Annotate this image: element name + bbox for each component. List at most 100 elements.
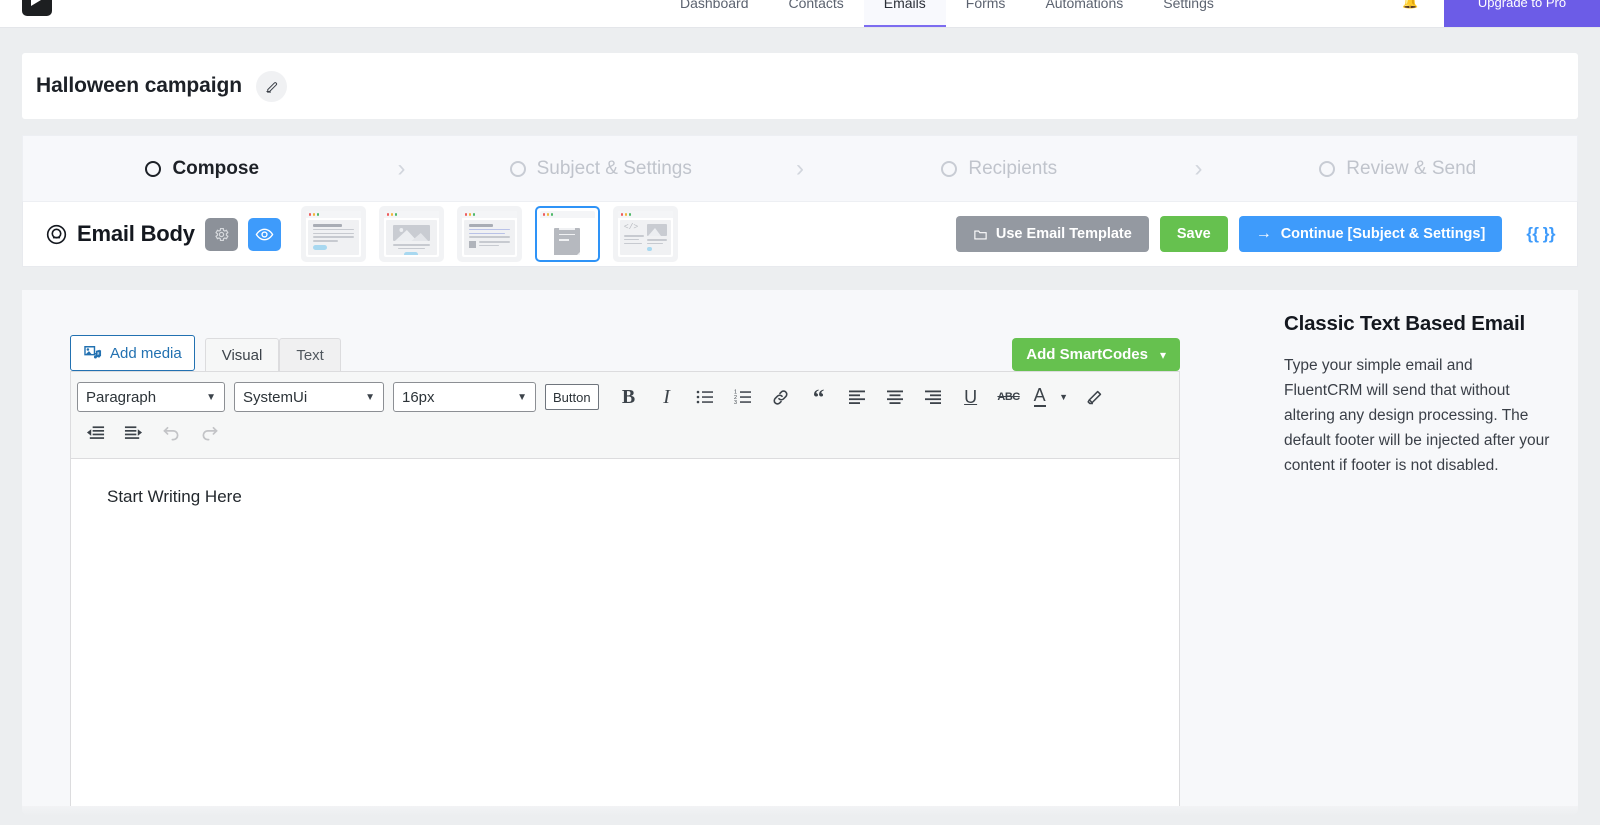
step-subject-settings[interactable]: Subject & Settings [422,158,781,180]
editor-placeholder-text: Start Writing Here [107,487,242,506]
edit-title-button[interactable] [255,70,287,102]
font-size-select[interactable]: 16px ▼ [393,382,536,412]
folder-icon [974,230,987,239]
step-separator-icon: › [397,154,406,182]
use-email-template-button[interactable]: Use Email Template [955,216,1149,252]
step-separator-icon: › [796,154,804,182]
image-placeholder-icon [647,228,661,236]
gear-icon [215,227,229,241]
email-body-title: Email Body [77,221,195,246]
step-label: Compose [172,157,260,179]
step-recipients[interactable]: Recipients [820,158,1179,180]
email-body-actions: Use Email Template Save → Continue [Subj… [945,216,1555,252]
nav-tab-contacts[interactable]: Contacts [769,0,864,27]
template-thumb-text-blocks[interactable] [300,206,366,262]
undo-icon[interactable] [153,416,189,450]
play-logo-icon [22,0,52,16]
step-label: Recipients [968,157,1058,179]
nav-tab-emails[interactable]: Emails [863,0,946,27]
align-right-icon[interactable] [915,380,951,414]
chevron-down-icon: ▼ [517,391,527,403]
panel-bottom-shadow [22,806,1578,816]
target-circle-icon [46,224,67,244]
arrow-right-icon: → [1255,225,1272,242]
continue-label: Continue [Subject & Settings] [1280,226,1486,242]
nav-tab-dashboard[interactable]: Dashboard [660,0,769,27]
step-label: Review & Send [1346,157,1477,179]
step-compose[interactable]: Compose [23,158,382,180]
strikethrough-icon[interactable]: ABC [991,380,1027,414]
text-color-dropdown-icon[interactable]: ▼ [1053,380,1075,414]
text-color-icon[interactable]: A [1029,380,1051,414]
chevron-down-icon: ▼ [206,391,216,403]
continue-button[interactable]: → Continue [Subject & Settings] [1238,216,1503,252]
editor-header: Add media Visual Text Add SmartCodes ▾ [70,333,1180,371]
link-icon[interactable] [763,380,799,414]
eye-icon [255,228,274,240]
email-editor: Add media Visual Text Add SmartCodes ▾ P… [70,333,1180,808]
upgrade-cta-button[interactable]: Upgrade to Pro [1444,0,1600,27]
admin-top-bar: Dashboard Contacts Emails Forms Automati… [0,0,1600,28]
blockquote-icon[interactable]: “ [801,380,837,414]
email-body-toolbar: Email Body </> Use Email Template Save →… [22,201,1578,267]
chevron-down-icon: ▼ [365,391,375,403]
template-thumb-raw-html[interactable]: </> [612,206,678,262]
email-body-heading: Email Body [45,221,195,247]
template-info-title: Classic Text Based Email [1284,312,1525,335]
paragraph-format-value: Paragraph [86,388,157,406]
compose-main-panel: Add media Visual Text Add SmartCodes ▾ P… [22,290,1578,810]
align-center-icon[interactable] [877,380,913,414]
outdent-icon[interactable] [77,416,113,450]
step-review-send[interactable]: Review & Send [1219,158,1578,180]
add-media-button[interactable]: Add media [70,335,195,371]
admin-nav-tabs: Dashboard Contacts Emails Forms Automati… [660,0,1234,27]
nav-tab-automations[interactable]: Automations [1025,0,1143,27]
align-left-icon[interactable] [839,380,875,414]
nav-tab-forms[interactable]: Forms [946,0,1026,27]
template-info-panel: Classic Text Based Email Type your simpl… [1284,312,1554,479]
tab-text[interactable]: Text [279,338,341,371]
step-circle-icon [1319,160,1336,177]
template-thumb-mixed-content[interactable] [456,206,522,262]
wysiwyg-toolbar-row-1: Paragraph ▼ SystemUi ▼ 16px ▼ Button B I [71,372,1179,416]
use-email-template-label: Use Email Template [995,226,1132,242]
tab-visual[interactable]: Visual [204,338,280,371]
bold-icon[interactable]: B [611,380,647,414]
step-separator-icon: › [1194,154,1203,182]
campaign-title-card: Halloween campaign [22,53,1578,119]
wysiwyg-toolbar: Paragraph ▼ SystemUi ▼ 16px ▼ Button B I [70,371,1180,459]
email-settings-button[interactable] [204,217,238,251]
step-label: Subject & Settings [536,157,692,179]
svg-text:3: 3 [734,400,737,406]
insert-button-button[interactable]: Button [545,384,599,410]
bell-icon[interactable]: 🔔 [1402,0,1418,9]
template-thumb-classic-text[interactable] [534,206,600,262]
step-circle-icon [941,160,958,177]
redo-icon[interactable] [191,416,227,450]
numbered-list-icon[interactable]: 1 2 3 [725,380,761,414]
step-circle-icon [509,160,526,177]
document-icon [554,228,581,255]
email-content-editor[interactable]: Start Writing Here [70,459,1180,808]
campaign-stepper: Compose › Subject & Settings › Recipient… [22,135,1578,201]
clear-formatting-icon[interactable] [1077,380,1113,414]
smartcode-shortcut-icon[interactable]: {{ }} [1526,224,1555,244]
bullet-list-icon[interactable] [687,380,723,414]
chevron-down-icon: ▾ [1159,347,1166,362]
wysiwyg-toolbar-row-2 [71,416,1179,458]
font-family-value: SystemUi [243,388,308,406]
email-preview-button[interactable] [247,217,281,251]
template-thumbnail-list: </> [300,206,691,262]
pencil-edit-icon [266,81,277,93]
template-thumb-image[interactable] [378,206,444,262]
add-smartcodes-button[interactable]: Add SmartCodes ▾ [1012,338,1180,371]
nav-tab-settings[interactable]: Settings [1143,0,1234,27]
step-circle-icon [145,160,162,177]
paragraph-format-select[interactable]: Paragraph ▼ [77,382,225,412]
save-button[interactable]: Save [1159,216,1228,252]
italic-icon[interactable]: I [649,380,685,414]
indent-icon[interactable] [115,416,151,450]
media-photo-music-icon [84,345,102,358]
font-family-select[interactable]: SystemUi ▼ [234,382,384,412]
underline-icon[interactable]: U [953,380,989,414]
